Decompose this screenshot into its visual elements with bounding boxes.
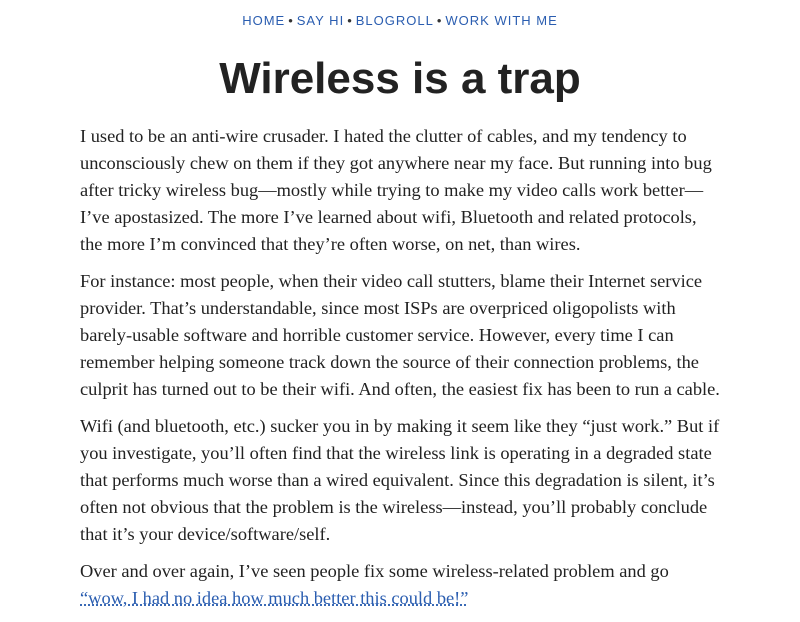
nav-link-work-with-me[interactable]: WORK WITH ME [445,13,557,28]
nav-separator: • [288,13,294,28]
post-paragraph: For instance: most people, when their vi… [80,271,720,399]
nav-link-home[interactable]: HOME [242,13,285,28]
top-nav: HOME • SAY HI • BLOGROLL • WORK WITH ME [0,13,800,29]
post-paragraph: Over and over again, I’ve seen people fi… [80,558,720,612]
nav-separator: • [347,13,353,28]
nav-link-blogroll[interactable]: BLOGROLL [356,13,434,28]
post-paragraph-text: Over and over again, I’ve seen people fi… [80,561,669,581]
post-body: I used to be an anti-wire crusader. I ha… [80,123,720,622]
post-title: Wireless is a trap [219,54,581,103]
inline-link[interactable]: “wow, I had no idea how much better this… [80,588,468,608]
post-paragraph: I used to be an anti-wire crusader. I ha… [80,126,712,254]
nav-link-say-hi[interactable]: SAY HI [297,13,344,28]
post-paragraph: Wifi (and bluetooth, etc.) sucker you in… [80,416,720,544]
nav-separator: • [436,13,443,28]
